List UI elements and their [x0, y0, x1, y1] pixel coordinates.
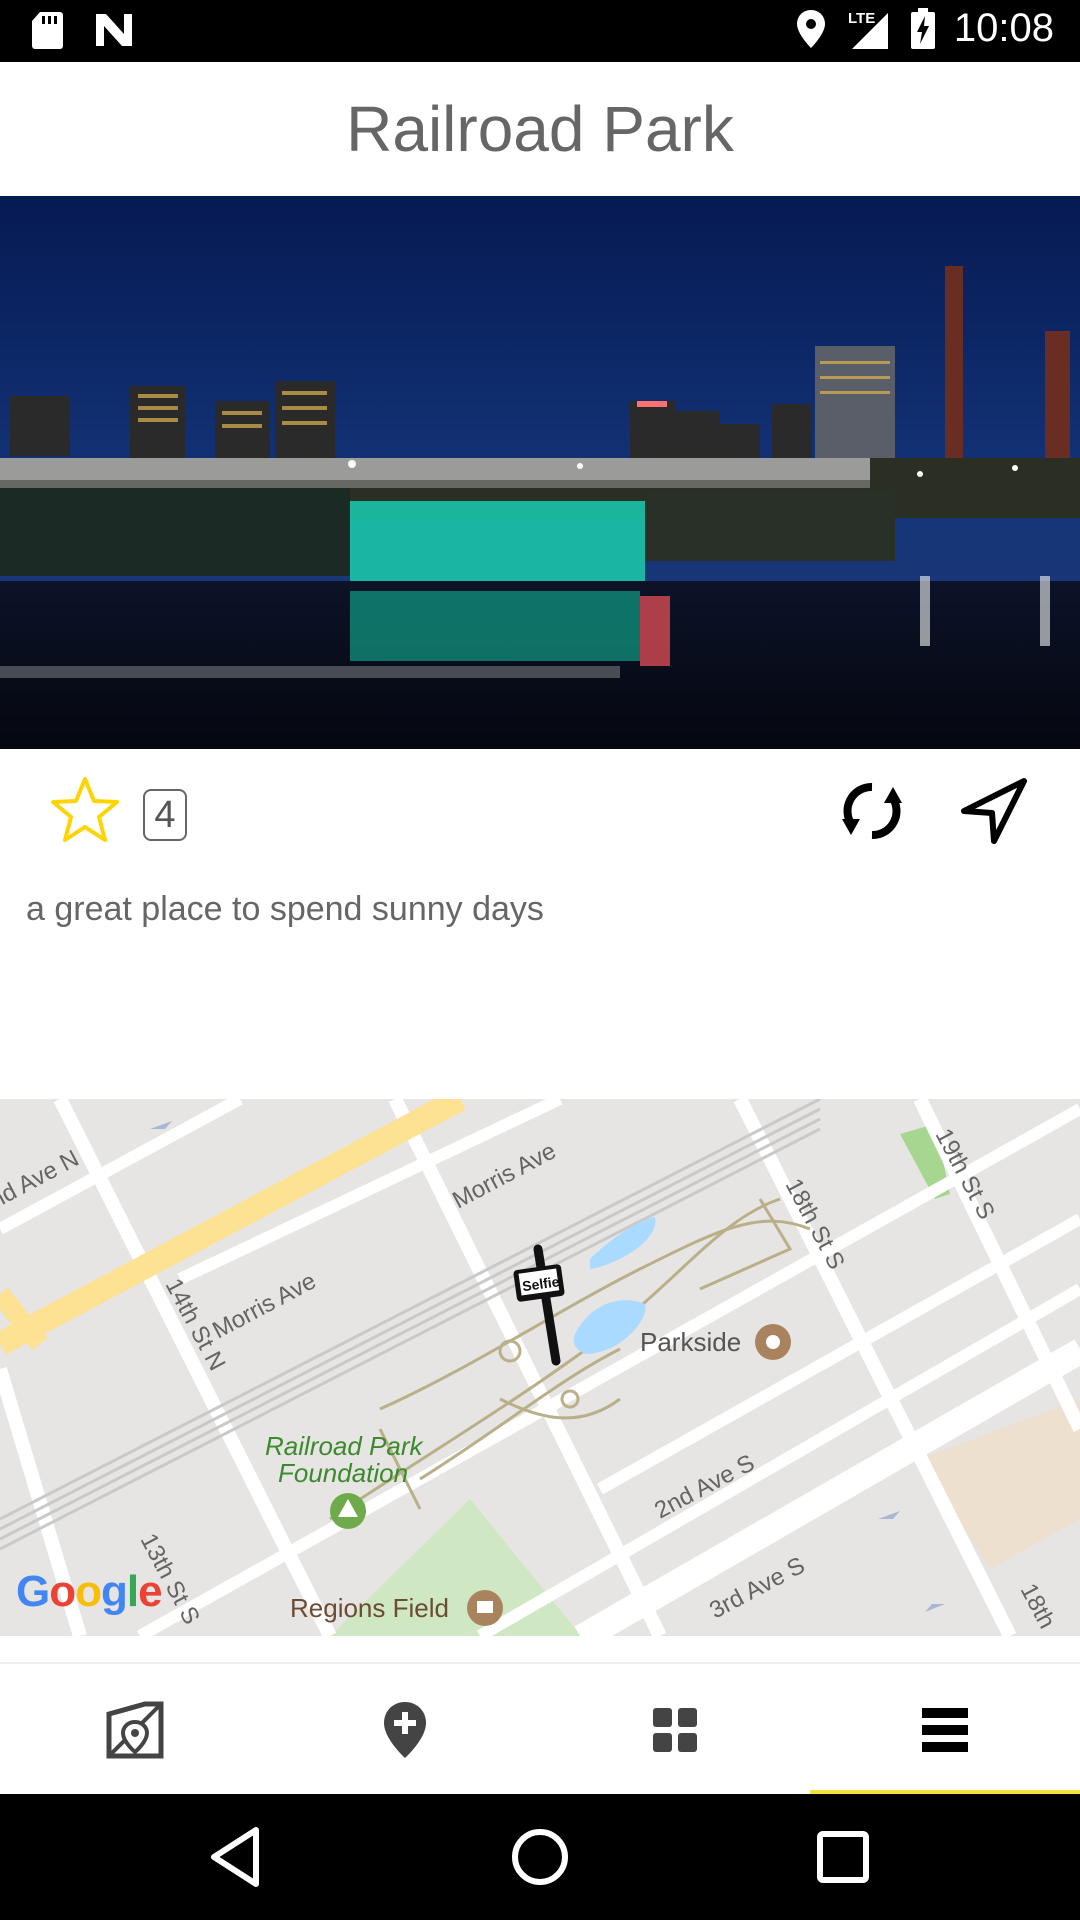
system-navigation-bar [0, 1794, 1080, 1920]
place-label-foundation: Foundation [278, 1458, 408, 1488]
map-location-icon [106, 1701, 164, 1759]
tab-map[interactable] [0, 1664, 270, 1796]
tab-grid[interactable] [540, 1664, 810, 1796]
place-label-foundation: Railroad Park [265, 1431, 425, 1461]
sd-card-icon [32, 12, 63, 49]
add-location-icon [384, 1702, 426, 1758]
back-icon[interactable] [200, 1822, 270, 1892]
street-label: Morris Ave [208, 1267, 320, 1344]
home-icon[interactable] [505, 1822, 575, 1892]
star-icon[interactable] [50, 775, 120, 845]
tab-add-location[interactable] [270, 1664, 540, 1796]
grid-icon [653, 1708, 697, 1752]
signal-icon: LTE [848, 10, 888, 49]
menu-icon [922, 1708, 968, 1752]
actions-row: 4 [0, 749, 1080, 874]
place-label-regions-field: Regions Field [290, 1593, 449, 1623]
pond [573, 1300, 646, 1354]
hero-photo[interactable] [0, 196, 1080, 749]
tab-menu[interactable] [810, 1664, 1080, 1796]
map-view[interactable]: nd Ave N Morris Ave Morris Ave 14th St N… [0, 1099, 1080, 1636]
network-type: LTE [848, 10, 875, 27]
battery-charging-icon [910, 7, 935, 49]
recents-icon[interactable] [808, 1822, 878, 1892]
place-label-parkside: Parkside [640, 1327, 741, 1357]
location-icon [796, 9, 825, 48]
favorite-count: 4 [143, 789, 187, 841]
street-label: 18th [1015, 1579, 1061, 1633]
app-header: Railroad Park [0, 62, 1080, 196]
bottom-navigation [0, 1662, 1080, 1796]
google-attribution: Google [16, 1567, 163, 1616]
navigation-arrow-icon[interactable] [958, 775, 1030, 847]
status-bar: LTE 10:08 [0, 0, 1080, 62]
refresh-icon[interactable] [838, 777, 906, 845]
n-icon [96, 14, 132, 46]
page-title: Railroad Park [346, 93, 734, 165]
clock: 10:08 [953, 6, 1054, 50]
place-description: a great place to spend sunny days [26, 890, 544, 928]
